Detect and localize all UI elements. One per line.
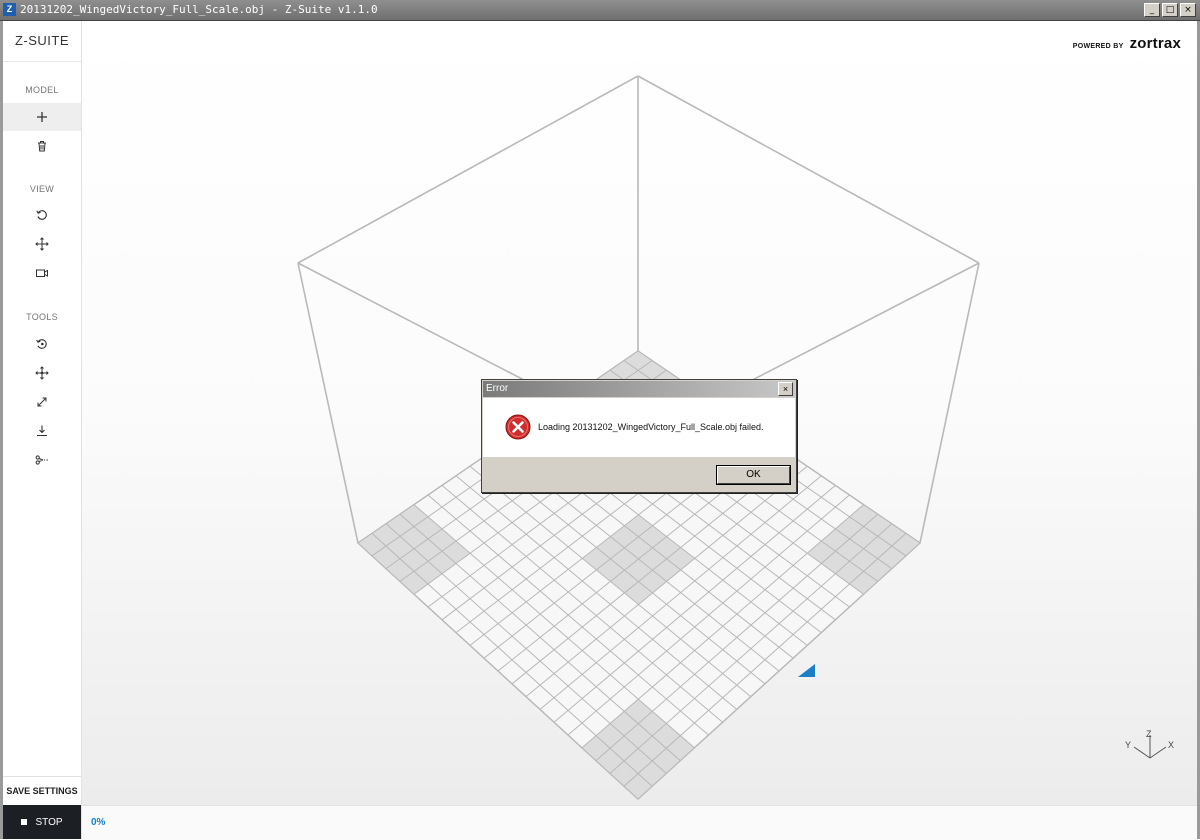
move-view-icon <box>35 237 49 251</box>
progress-percent: 0% <box>91 817 106 828</box>
build-plate-corner-marker <box>798 664 815 677</box>
scale-tool-button[interactable] <box>3 388 81 416</box>
section-label-tools: TOOLS <box>26 312 58 322</box>
section-label-model: MODEL <box>25 85 59 95</box>
status-bar: 0% <box>82 805 1197 840</box>
rotate-tool-button[interactable] <box>3 330 81 358</box>
axis-label-y: Y <box>1125 740 1131 750</box>
scissors-icon <box>35 455 48 465</box>
app-icon: Z <box>3 3 16 16</box>
rotate-tool-icon <box>36 339 47 349</box>
scale-tool-icon <box>37 397 47 407</box>
delete-model-button[interactable] <box>3 132 81 160</box>
trash-icon <box>38 141 46 152</box>
ok-button[interactable]: OK <box>717 466 790 484</box>
save-settings-button[interactable]: SAVE SETTINGS <box>3 776 81 805</box>
place-on-bed-icon <box>37 425 47 437</box>
cut-tool-button[interactable] <box>3 446 81 474</box>
dialog-close-button[interactable]: × <box>778 382 793 396</box>
pan-view-button[interactable] <box>3 230 81 258</box>
error-dialog: Error × Loading 20131202_WingedVictory_F… <box>481 379 797 493</box>
z-suite-logo: Z-SUITE <box>3 21 81 62</box>
axis-label-z: Z <box>1146 729 1152 739</box>
maximize-button[interactable]: □ <box>1162 3 1178 17</box>
move-tool-icon <box>35 366 49 380</box>
move-tool-button[interactable] <box>3 359 81 387</box>
place-on-bed-button[interactable] <box>3 417 81 445</box>
plus-icon <box>37 112 47 122</box>
close-button[interactable]: × <box>1180 3 1196 17</box>
window-titlebar[interactable]: Z 20131202_WingedVictory_Full_Scale.obj … <box>0 0 1200 21</box>
minimize-button[interactable]: _ <box>1144 3 1160 17</box>
camera-view-button[interactable] <box>3 259 81 287</box>
add-model-button[interactable] <box>3 103 81 131</box>
dialog-title: Error <box>486 383 509 394</box>
dialog-message: Loading 20131202_WingedVictory_Full_Scal… <box>538 422 764 432</box>
axis-label-x: X <box>1168 740 1174 750</box>
dialog-body: Loading 20131202_WingedVictory_Full_Scal… <box>483 398 795 457</box>
window-title: 20131202_WingedVictory_Full_Scale.obj - … <box>20 3 378 16</box>
error-icon <box>505 414 531 440</box>
rotate-view-icon <box>36 210 47 220</box>
dialog-titlebar[interactable]: Error × <box>483 381 795 397</box>
section-label-view: VIEW <box>29 184 55 194</box>
stop-button[interactable]: STOP <box>3 805 81 839</box>
rotate-view-button[interactable] <box>3 201 81 229</box>
stop-icon <box>21 819 28 825</box>
window-controls: _ □ × <box>1144 3 1196 17</box>
camera-icon <box>36 269 48 277</box>
stop-label: STOP <box>35 816 63 828</box>
sidebar: Z-SUITE MODEL VIEW TOOLS SAVE SETTINGS S… <box>3 21 82 839</box>
